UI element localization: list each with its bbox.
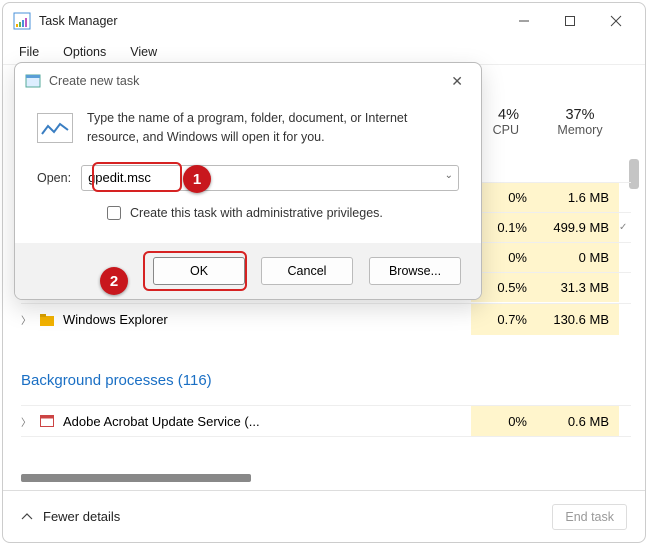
minimize-button[interactable]: [501, 3, 547, 39]
process-name: Windows Explorer: [63, 312, 471, 327]
mem-cell: 499.9 MB: [535, 213, 619, 242]
create-task-dialog: Create new task ✕ Type the name of a pro…: [14, 62, 482, 300]
cpu-cell: 0.7%: [471, 304, 535, 335]
mem-cell: 0.6 MB: [535, 406, 619, 436]
cancel-button[interactable]: Cancel: [261, 257, 353, 285]
acrobat-row[interactable]: 〉 Adobe Acrobat Update Service (... 0% 0…: [21, 405, 631, 437]
expand-icon[interactable]: 〉: [21, 312, 39, 327]
fewer-details-button[interactable]: Fewer details: [21, 509, 120, 524]
mem-cell: 31.3 MB: [535, 273, 619, 302]
menu-file[interactable]: File: [9, 42, 49, 62]
menu-view[interactable]: View: [120, 42, 167, 62]
horizontal-scrollbar[interactable]: [21, 474, 251, 482]
process-name: Adobe Acrobat Update Service (...: [63, 414, 471, 429]
mem-cell: 130.6 MB: [535, 304, 619, 335]
cpu-cell: 0%: [471, 406, 535, 436]
expand-icon[interactable]: 〉: [21, 414, 39, 429]
window-title: Task Manager: [39, 14, 501, 28]
dialog-title: Create new task: [49, 74, 443, 88]
fewer-details-label: Fewer details: [43, 509, 120, 524]
tick-icon: ✓: [619, 222, 631, 233]
dialog-footer: OK Cancel Browse...: [15, 243, 481, 299]
dialog-close-button[interactable]: ✕: [443, 69, 471, 94]
admin-label: Create this task with administrative pri…: [130, 206, 383, 220]
run-dialog-icon: [25, 73, 41, 89]
open-label: Open:: [37, 171, 71, 185]
open-input[interactable]: [81, 165, 459, 191]
open-combobox[interactable]: ⌄: [81, 165, 459, 191]
chevron-down-icon[interactable]: ⌄: [445, 170, 453, 181]
chevron-up-icon: [21, 511, 33, 523]
end-task-button[interactable]: End task: [552, 504, 627, 530]
memory-label: Memory: [535, 123, 625, 137]
column-headers: 4% CPU 37% Memory: [465, 107, 625, 137]
folder-icon: [39, 312, 55, 328]
ok-button[interactable]: OK: [153, 257, 245, 285]
window-icon: [39, 413, 55, 429]
mem-cell: 1.6 MB: [535, 183, 619, 212]
task-manager-icon: [13, 12, 31, 30]
dialog-message: Type the name of a program, folder, docu…: [87, 109, 459, 147]
maximize-button[interactable]: [547, 3, 593, 39]
admin-checkbox[interactable]: [107, 206, 121, 220]
dialog-titlebar: Create new task ✕: [15, 63, 481, 99]
mem-cell: 0 MB: [535, 243, 619, 272]
titlebar: Task Manager: [3, 3, 645, 39]
background-processes-heading[interactable]: Background processes (116): [21, 372, 212, 389]
menu-options[interactable]: Options: [53, 42, 116, 62]
explorer-row[interactable]: 〉 Windows Explorer 0.7% 130.6 MB: [21, 303, 631, 335]
memory-percent: 37%: [535, 107, 625, 123]
browse-button[interactable]: Browse...: [369, 257, 461, 285]
memory-header[interactable]: 37% Memory: [535, 107, 625, 137]
footer: Fewer details End task: [3, 490, 645, 542]
run-icon: [37, 113, 73, 143]
close-button[interactable]: [593, 3, 639, 39]
